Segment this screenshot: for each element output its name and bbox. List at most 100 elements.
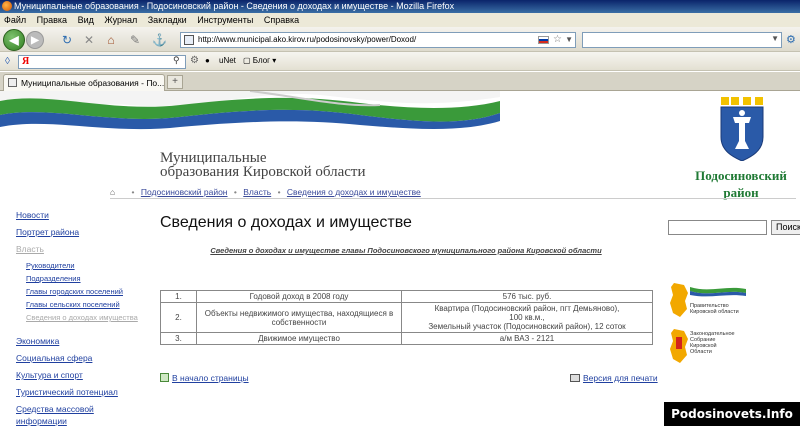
row-value-line: 100 кв.м., [509,313,545,322]
assembly-banner[interactable]: Законодательное Собрание Кировской Облас… [668,327,748,369]
sidebar-item-portrait[interactable]: Портрет района [16,226,146,243]
site-title-line2: образования Кировской области [160,164,366,180]
banner-ribbon-icon [690,287,746,297]
print-version-link[interactable]: Версия для печати [570,373,658,383]
sidebar-item-economy[interactable]: Экономика [16,335,146,352]
site-search-input[interactable] [668,220,767,235]
yandex-menu-icon[interactable]: ◊ [5,56,10,67]
banner-line: Области [690,349,712,355]
kirov-region-map-icon [670,283,688,317]
sidebar-subitem-village-heads[interactable]: Главы сельских поселений [16,299,146,312]
addon-icon[interactable]: ✎ [128,33,142,47]
breadcrumb-divider [110,198,796,199]
unet-icon: ● [205,56,210,65]
sidebar-subitem-departments[interactable]: Подразделения [16,273,146,286]
sidebar-item-culture[interactable]: Культура и спорт [16,369,146,386]
government-banner[interactable]: Правительство Кировской области [668,281,748,321]
sidebar-item-news[interactable]: Новости [16,209,146,226]
site-title-line1: Муниципальные [160,150,267,166]
menu-bookmarks[interactable]: Закладки [144,13,191,27]
site-title: Муниципальные образования Кировской обла… [160,150,366,180]
breadcrumb-link-region[interactable]: Подосиновский район [141,187,228,197]
yandex-search-icon[interactable]: ⚲ [173,55,180,66]
breadcrumb-link-income[interactable]: Сведения о доходах и имуществе [287,187,421,197]
address-bar[interactable]: http://www.municipal.ako.kirov.ru/podosi… [180,32,576,48]
table-row: 3. Движимое имущество а/м ВАЗ - 2121 [160,332,653,345]
banner-assembly-label: Законодательное Собрание Кировской Облас… [690,331,735,355]
breadcrumb-separator-icon: • [233,187,237,197]
search-dropdown-icon[interactable]: ▼ [771,34,779,43]
watermark: Podosinovets.Info [664,402,800,426]
tab-favicon-icon [8,78,17,87]
menu-file[interactable]: Файл [0,13,30,27]
print-version-label: Версия для печати [583,373,658,383]
sidebar-subitem-income[interactable]: Сведения о доходах имущества [16,312,146,325]
search-bar[interactable]: ▼ [582,32,782,48]
income-table: 1. Годовой доход в 2008 году 576 тыс. ру… [160,290,653,345]
home-icon[interactable]: ⌂ [104,33,118,47]
russian-flag-icon [538,36,549,44]
row-number: 1. [160,290,197,303]
yandex-toolbar: ◊ Я ⚲ ⚙ ● uNet ▢ Блог ▾ [0,52,800,71]
url-dropdown-icon[interactable]: ▼ [565,33,573,47]
row-value: Квартира (Подосиновский район, пгт Демья… [401,302,653,333]
breadcrumb: ⌂ • Подосиновский район • Власть • Сведе… [110,187,421,197]
page-title: Сведения о доходах и имуществе [160,214,412,231]
new-tab-button[interactable]: + [167,75,183,89]
menu-tools[interactable]: Инструменты [193,13,257,27]
sidebar-item-social[interactable]: Социальная сфера [16,352,146,369]
row-value: 576 тыс. руб. [401,290,653,303]
unet-button[interactable]: uNet [219,56,236,65]
forward-button[interactable]: ▶ [26,31,44,49]
sidebar-item-power[interactable]: Власть [16,243,146,260]
region-name: Подосиновский район [686,167,796,201]
bookmark-toolbar-icon[interactable]: ⚓ [152,33,167,47]
sidebar-item-media[interactable]: Средства массовой информации [16,403,146,426]
breadcrumb-home-icon[interactable]: ⌂ [110,187,115,197]
yandex-gear-icon[interactable]: ⚙ [190,55,199,66]
menu-view[interactable]: Вид [74,13,98,27]
blog-button[interactable]: ▢ Блог ▾ [243,56,276,65]
bookmark-star-icon[interactable]: ☆ [553,33,562,47]
forward-arrow-icon: ▶ [31,34,39,46]
tab-bar: Муниципальные образования - По... + [0,72,800,91]
back-arrow-icon: ◀ [9,33,19,47]
table-row: 2. Объекты недвижимого имущества, находя… [160,302,653,333]
row-number: 2. [160,302,197,333]
tab-current[interactable]: Муниципальные образования - По... [3,74,165,91]
printer-icon [570,374,580,382]
settings-gear-icon[interactable]: ⚙ [786,33,796,46]
page-content: Муниципальные образования Кировской обла… [0,91,800,426]
firefox-icon [2,1,12,11]
breadcrumb-separator-icon: • [131,187,135,197]
row-label: Объекты недвижимого имущества, находящие… [196,302,402,333]
row-number: 3. [160,332,197,345]
menu-edit[interactable]: Правка [33,13,71,27]
sidebar-item-tourism[interactable]: Туристический потенциал [16,386,146,403]
menu-help[interactable]: Справка [260,13,303,27]
yandex-search-input[interactable]: Я [18,55,186,69]
back-to-top-link[interactable]: В начало страницы [160,373,249,383]
menu-bar: Файл Правка Вид Журнал Закладки Инструме… [0,13,800,27]
site-search-button[interactable]: Поиск [771,220,800,235]
document-subtitle-link[interactable]: Сведения о доходах и имуществе главы Под… [160,246,652,255]
navigation-toolbar: ◀ ▶ ↻ ✕ ⌂ ✎ ⚓ http://www.municipal.ako.k… [0,27,800,52]
page-favicon-icon [184,35,194,45]
row-label: Годовой доход в 2008 году [196,290,402,303]
back-button[interactable]: ◀ [3,29,25,51]
sidebar-subitem-leaders[interactable]: Руководители [16,260,146,273]
blog-label: Блог [252,56,271,65]
stop-icon[interactable]: ✕ [82,33,96,47]
row-value-line: Квартира (Подосиновский район, пгт Демья… [434,304,620,313]
flag-ribbon-banner [0,91,500,130]
row-label: Движимое имущество [196,332,402,345]
breadcrumb-link-power[interactable]: Власть [243,187,271,197]
kirov-region-map-icon [670,329,688,363]
reload-icon[interactable]: ↻ [60,33,74,47]
address-text: http://www.municipal.ako.kirov.ru/podosi… [198,35,417,44]
yandex-logo: Я [22,56,30,67]
sidebar-subitem-town-heads[interactable]: Главы городских поселений [16,286,146,299]
menu-history[interactable]: Журнал [100,13,141,27]
row-value-line: Земельный участок (Подосиновский район),… [428,322,626,331]
tab-label: Муниципальные образования - По... [21,78,165,88]
